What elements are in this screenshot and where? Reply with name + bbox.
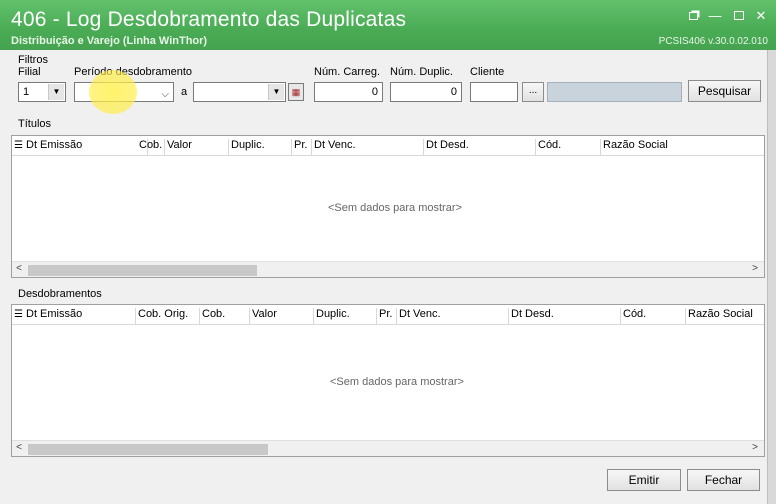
titulos-horizontal-scrollbar[interactable]: < > <box>12 261 764 277</box>
col-header[interactable]: Cob. <box>137 139 165 155</box>
col-header[interactable]: Duplic. <box>229 139 292 155</box>
col-header[interactable]: Cód. <box>621 308 686 324</box>
num-duplic-label: Núm. Duplic. <box>390 66 453 78</box>
emitir-button[interactable]: Emitir <box>607 469 681 491</box>
filial-label: Filial <box>18 66 41 78</box>
desdobramentos-section-label: Desdobramentos <box>18 288 102 300</box>
window-title: 406 - Log Desdobramento das Duplicatas <box>11 8 407 31</box>
col-header[interactable]: Pr. <box>292 139 312 155</box>
col-header[interactable]: Valor <box>165 139 229 155</box>
titulos-grid-header: ☰ Dt Emissão Cob. Valor Duplic. Pr. Dt V… <box>12 136 764 156</box>
cliente-label: Cliente <box>470 66 505 78</box>
col-header[interactable]: Razão Social <box>601 139 751 155</box>
col-header[interactable]: Duplic. <box>314 308 377 324</box>
dropdown-arrow-icon[interactable]: ▼ <box>268 84 284 100</box>
filial-select[interactable]: 1 ▼ <box>18 82 66 102</box>
window-right-edge <box>767 50 776 504</box>
col-header[interactable]: Dt Desd. <box>509 308 621 324</box>
cliente-name-field <box>547 82 682 102</box>
desdobramentos-grid-header: ☰ Dt Emissão Cob. Orig. Cob. Valor Dupli… <box>12 305 764 325</box>
periodo-separator: a <box>181 86 188 98</box>
col-header[interactable]: Cob. <box>200 308 250 324</box>
version-label: PCSIS406 v.30.0.02.010 <box>658 36 768 47</box>
titulos-section-label: Títulos <box>18 118 52 130</box>
periodo-label: Período desdobramento <box>74 66 193 78</box>
col-header[interactable]: Cob. Orig. <box>136 308 200 324</box>
pesquisar-button[interactable]: Pesquisar <box>688 80 761 102</box>
col-header[interactable]: Cód. <box>536 139 601 155</box>
maximize-icon[interactable] <box>732 9 746 23</box>
num-carreg-input[interactable]: 0 <box>314 82 383 102</box>
col-header[interactable]: Valor <box>250 308 314 324</box>
restore-icon[interactable] <box>686 9 700 23</box>
col-header[interactable]: Dt Venc. <box>312 139 424 155</box>
desdobramentos-empty-message: <Sem dados para mostrar> <box>330 376 464 388</box>
col-header[interactable]: Pr. <box>377 308 397 324</box>
cliente-lookup-button[interactable]: ... <box>522 82 544 102</box>
col-header[interactable]: Dt Emissão <box>24 308 136 324</box>
scroll-right-icon[interactable]: > <box>749 263 761 274</box>
scrollbar-thumb[interactable] <box>28 444 268 455</box>
num-carreg-label: Núm. Carreg. <box>314 66 381 78</box>
fechar-button[interactable]: Fechar <box>687 469 760 491</box>
periodo-end-input[interactable]: ▼ <box>193 82 286 102</box>
filial-value: 1 <box>23 86 30 98</box>
col-header[interactable]: Dt Emissão <box>24 139 148 155</box>
desdobramentos-horizontal-scrollbar[interactable]: < > <box>12 440 764 456</box>
titulos-grid[interactable]: ☰ Dt Emissão Cob. Valor Duplic. Pr. Dt V… <box>11 135 765 278</box>
fechar-label: Fechar <box>704 473 743 487</box>
col-header[interactable]: Dt Desd. <box>424 139 536 155</box>
pesquisar-label: Pesquisar <box>697 84 752 98</box>
column-chooser-icon[interactable]: ☰ <box>14 309 23 320</box>
cursor-highlight <box>89 70 137 114</box>
scroll-left-icon[interactable]: < <box>13 263 25 274</box>
dropdown-arrow-icon[interactable]: ▼ <box>48 84 64 100</box>
emitir-label: Emitir <box>628 473 660 487</box>
cliente-code-input[interactable] <box>470 82 518 102</box>
window-subtitle: Distribuição e Varejo (Linha WinThor) <box>11 35 208 47</box>
scrollbar-thumb[interactable] <box>28 265 257 276</box>
minimize-icon[interactable]: — <box>708 9 722 23</box>
title-bar: 406 - Log Desdobramento das Duplicatas D… <box>0 0 776 50</box>
scroll-right-icon[interactable]: > <box>749 442 761 453</box>
num-duplic-input[interactable]: 0 <box>390 82 462 102</box>
chevron-down-icon[interactable]: ⌵ <box>161 86 169 104</box>
col-header[interactable]: Dt Venc. <box>397 308 509 324</box>
column-chooser-icon[interactable]: ☰ <box>14 140 23 151</box>
close-icon[interactable]: ✕ <box>754 9 768 23</box>
desdobramentos-grid[interactable]: ☰ Dt Emissão Cob. Orig. Cob. Valor Dupli… <box>11 304 765 457</box>
col-header[interactable]: Razão Social <box>686 308 764 324</box>
titulos-empty-message: <Sem dados para mostrar> <box>328 202 462 214</box>
scroll-left-icon[interactable]: < <box>13 442 25 453</box>
filters-group-label: Filtros <box>18 54 48 66</box>
calendar-icon[interactable]: ▦ <box>288 83 304 101</box>
